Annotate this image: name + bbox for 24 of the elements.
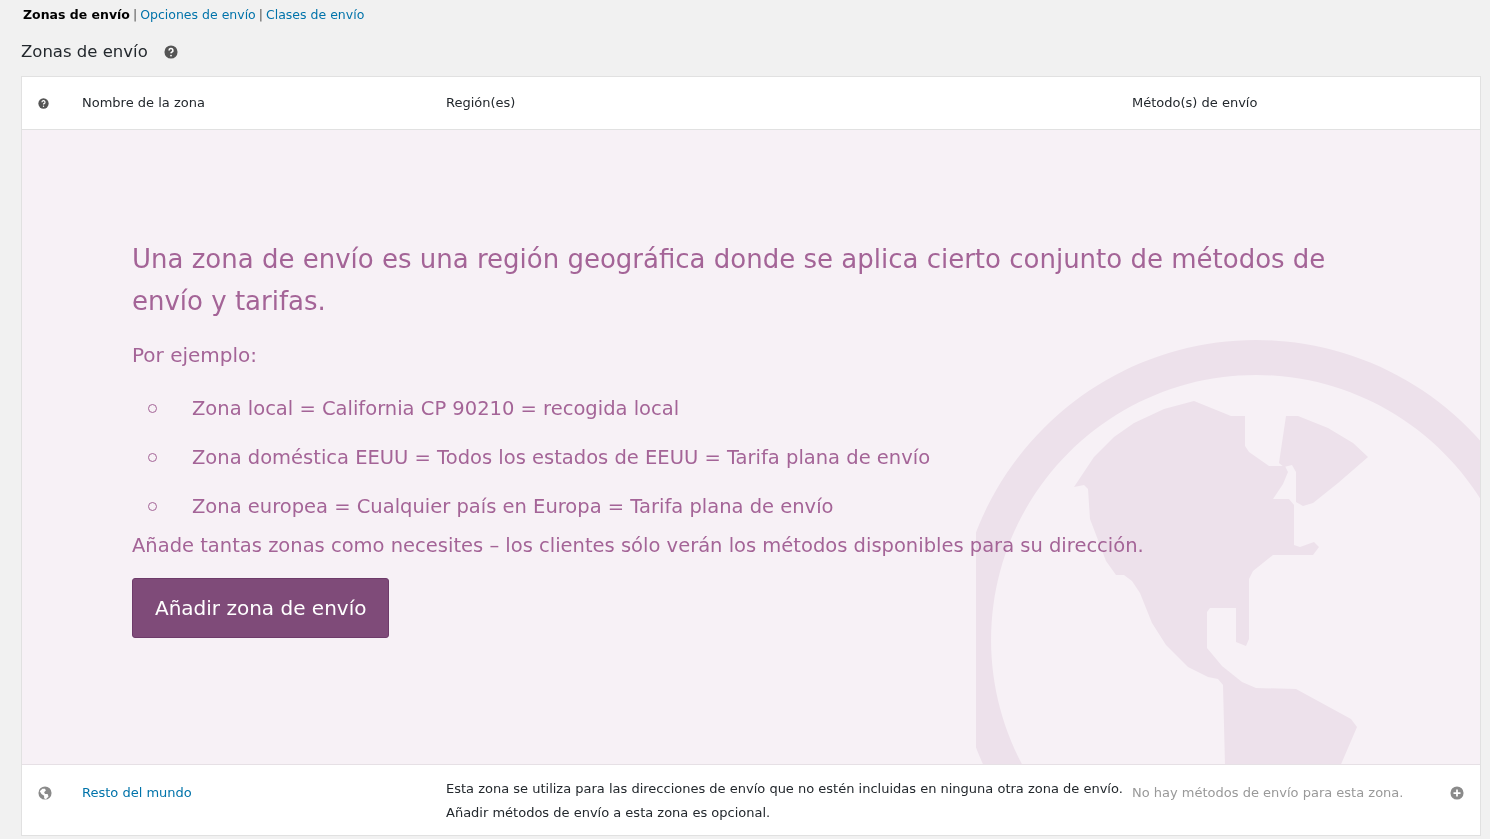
no-methods-text: No hay métodos de envío para esta zona.: [1132, 783, 1404, 802]
page-title: Zonas de envío: [21, 42, 148, 62]
example-intro: Por ejemplo:: [132, 341, 259, 369]
column-header: Nombre de la zona: [82, 95, 205, 111]
subnav-link[interactable]: Zonas de envío: [23, 7, 130, 22]
zone-name-link[interactable]: Resto del mundo: [82, 784, 192, 800]
add-zone-button[interactable]: Añadir zona de envío: [132, 578, 390, 639]
example-text: Zona doméstica EEUU = Todos los estados de EEUU = Tarifa plana de envío: [192, 444, 931, 471]
column-header: Método(s) de envío: [1132, 95, 1258, 111]
example-text: Zona europea = Cualquier país en Europa = Tarifa plana de envío: [192, 493, 834, 520]
separator: |: [258, 7, 263, 22]
help-text: Añade tantas zonas como necesites – los clientes sólo verán los métodos disponibles para su dirección.: [132, 532, 1145, 559]
add-icon[interactable]: [1450, 786, 1464, 801]
example-text: Zona local = California CP 90210 = recogida local: [192, 395, 680, 422]
globe-icon: [38, 786, 52, 801]
subnav-link[interactable]: Clases de envío: [266, 7, 365, 22]
headline: Una zona de envío es una región geográfica donde se aplica cierto conjunto de métodos de envío y tarifas.: [132, 242, 1327, 318]
zone-description: Esta zona se utiliza para las direcciones de envío que no estén incluidas en ninguna otra zona de envío.: [446, 780, 1123, 796]
help-icon[interactable]: [163, 44, 178, 59]
zone-description: Añadir métodos de envío a esta zona es opcional.: [446, 804, 771, 820]
separator: |: [132, 7, 138, 22]
help-icon[interactable]: [38, 98, 49, 110]
column-header: Región(es): [446, 95, 516, 111]
subnav-link[interactable]: Opciones de envío: [140, 7, 256, 22]
